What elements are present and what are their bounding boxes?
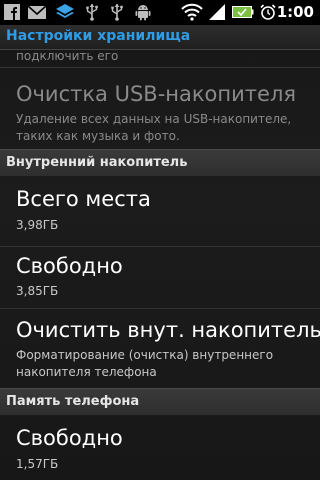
item-summary: Удаление всех данных на USB-накопителе,: [16, 112, 292, 126]
item-summary: таких как музыка и фото.: [16, 129, 180, 143]
item-title: Свободно: [16, 426, 123, 450]
list-item-total-space: Всего места 3,98ГБ: [0, 177, 320, 246]
battery-icon: [232, 6, 254, 18]
section-header-internal: Внутренний накопитель: [0, 149, 320, 177]
item-value: 3,85ГБ: [16, 284, 59, 298]
section-header-label: Внутренний накопитель: [6, 155, 188, 170]
item-value: 3,98ГБ: [16, 218, 59, 232]
list-item-free-phone: Свободно 1,57ГБ: [0, 416, 320, 480]
alarm-icon: [260, 4, 276, 20]
item-summary: Форматирование (очистка) внутреннего: [16, 348, 274, 362]
section-header-phone-memory: Память телефона: [0, 388, 320, 416]
item-title: Очистить внут. накопитель: [16, 318, 320, 342]
usb-icon: [86, 4, 98, 21]
android-icon: [135, 5, 151, 21]
item-value: 1,57ГБ: [16, 457, 59, 471]
page-title: Настройки хранилища: [6, 28, 191, 44]
facebook-icon: [4, 4, 20, 20]
gmail-icon: [27, 5, 47, 19]
section-header-label: Память телефона: [6, 394, 140, 409]
item-summary: подключить его: [16, 50, 119, 63]
list-item-partial: подключить его: [0, 50, 320, 64]
item-title: Очистка USB-накопителя: [16, 82, 296, 106]
android-screen: 1:00 Настройки хранилища подключить его …: [0, 0, 320, 480]
settings-list[interactable]: подключить его Очистка USB-накопителя Уд…: [0, 50, 320, 480]
usb-icon: [111, 4, 123, 21]
clock: 1:00: [276, 3, 314, 21]
title-bar: Настройки хранилища: [0, 25, 320, 50]
signal-icon: [209, 4, 225, 20]
status-bar: 1:00: [0, 0, 320, 25]
list-item-clear-usb[interactable]: Очистка USB-накопителя Удаление всех дан…: [0, 68, 320, 158]
item-title: Свободно: [16, 254, 123, 278]
item-summary: накопителя телефона: [16, 365, 157, 379]
item-title: Всего места: [16, 187, 151, 211]
wifi-icon: [181, 3, 203, 21]
list-item-free-internal: Свободно 3,85ГБ: [0, 247, 320, 315]
sync-icon: [56, 4, 74, 18]
list-item-clear-internal[interactable]: Очистить внут. накопитель Форматирование…: [0, 309, 320, 389]
